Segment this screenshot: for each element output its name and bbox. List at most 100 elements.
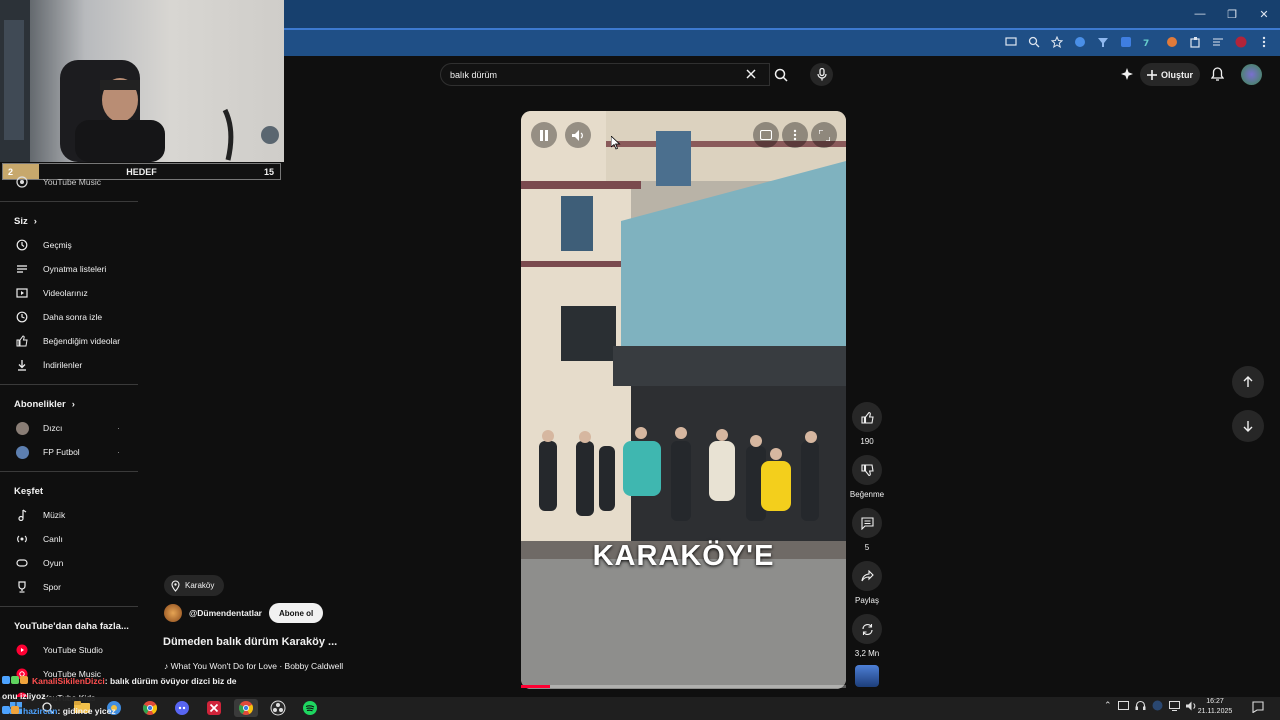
minimize-icon[interactable]: —	[1184, 0, 1216, 28]
zoom-icon[interactable]	[1025, 35, 1042, 49]
account-avatar[interactable]	[1241, 64, 1262, 85]
location-pin-icon	[171, 579, 180, 592]
next-short-button[interactable]	[1232, 410, 1264, 442]
streamer-silhouette	[0, 0, 279, 162]
sidebar-item-your-videos[interactable]: Videolarınız	[0, 281, 138, 305]
system-tray: ⌃	[1104, 700, 1197, 711]
video-title[interactable]: Dümeden balık dürüm Karaköy ...	[163, 636, 337, 648]
channel-name[interactable]: @Dümendentatlar	[189, 608, 262, 618]
channel-row: @Dümendentatlar Abone ol	[164, 603, 324, 623]
share-button[interactable]	[852, 561, 882, 591]
tray-steam-icon[interactable]	[1152, 700, 1163, 711]
extension-translate-icon[interactable]	[1117, 35, 1134, 49]
your-videos-icon	[15, 286, 29, 300]
section-subscriptions-heading[interactable]: Abonelikler ›	[0, 392, 138, 416]
create-button[interactable]: Oluştur	[1140, 63, 1200, 86]
pause-button[interactable]	[531, 122, 557, 148]
chevron-right-icon: ›	[33, 215, 37, 227]
tray-network-icon[interactable]	[1168, 700, 1180, 711]
sidebar-item-youtube-studio[interactable]: YouTube Studio	[0, 638, 138, 662]
sidebar-item-label: Oynatma listeleri	[43, 264, 107, 274]
section-you-heading[interactable]: Siz ›	[0, 209, 138, 233]
sidebar-item-label: Dızcı	[43, 423, 63, 433]
arrow-up-icon	[1242, 376, 1254, 388]
volume-button[interactable]	[565, 122, 591, 148]
like-button[interactable]	[852, 402, 882, 432]
music-track[interactable]: ♪ What You Won't Do for Love · Bobby Cal…	[164, 661, 343, 671]
bookmark-star-icon[interactable]	[1048, 35, 1065, 49]
comments-button[interactable]	[852, 508, 882, 538]
microphone-icon	[816, 68, 827, 81]
chat-badge-icon	[11, 676, 19, 684]
search-input[interactable]: balık dürüm	[440, 63, 770, 86]
tray-chevron-up-icon[interactable]: ⌃	[1104, 700, 1112, 711]
extension-toolbar: 7	[1002, 35, 1272, 49]
shorts-video-player[interactable]	[521, 111, 846, 689]
new-content-dot: ·	[117, 423, 120, 433]
install-app-icon[interactable]	[1002, 35, 1019, 49]
search-button[interactable]	[768, 63, 794, 86]
new-content-dot: ·	[117, 447, 120, 457]
remix-button[interactable]	[852, 614, 882, 644]
chat-username[interactable]: hazircan	[23, 706, 58, 716]
obs-icon[interactable]	[266, 699, 290, 717]
more-options-button[interactable]	[782, 122, 808, 148]
sidebar-item-subscription-dizci[interactable]: Dızcı ·	[0, 416, 138, 440]
media-control-icon[interactable]	[1209, 35, 1226, 49]
channel-avatar[interactable]	[164, 604, 182, 622]
sound-thumbnail[interactable]	[855, 665, 879, 687]
profile-avatar-icon[interactable]	[1232, 35, 1249, 49]
close-window-icon[interactable]: ✕	[1248, 0, 1280, 28]
captions-button[interactable]	[753, 122, 779, 148]
location-chip[interactable]: Karaköy	[164, 575, 225, 596]
mouse-cursor	[611, 136, 621, 150]
divider	[0, 471, 138, 472]
sidebar-item-label: YouTube Music	[43, 177, 101, 187]
sidebar-item-liked-videos[interactable]: Beğendiğim videolar	[0, 329, 138, 353]
sidebar-item-sports[interactable]: Spor	[0, 575, 138, 599]
chat-badge-icon	[2, 676, 10, 684]
extension-7tv-icon[interactable]: 7	[1140, 35, 1157, 49]
extension-blue-icon[interactable]	[1071, 35, 1088, 49]
dislike-button[interactable]	[852, 455, 882, 485]
extension-filter-icon[interactable]	[1094, 35, 1111, 49]
notifications-bell-icon[interactable]	[1211, 67, 1224, 81]
restore-icon[interactable]: ❐	[1216, 0, 1248, 28]
sidebar-item-watch-later[interactable]: Daha sonra izle	[0, 305, 138, 329]
section-label: Keşfet	[14, 485, 44, 497]
tray-headset-icon[interactable]	[1135, 700, 1146, 711]
tray-capture-icon[interactable]	[1117, 700, 1129, 711]
sidebar-item-history[interactable]: Geçmiş	[0, 233, 138, 257]
browser-menu-icon[interactable]	[1255, 35, 1272, 49]
sidebar-item-playlists[interactable]: Oynatma listeleri	[0, 257, 138, 281]
section-explore-heading: Keşfet	[0, 479, 138, 503]
live-icon	[15, 532, 29, 546]
window-controls: — ❐ ✕	[1184, 0, 1280, 28]
previous-short-button[interactable]	[1232, 366, 1264, 398]
captions-icon	[760, 130, 772, 140]
notification-center-icon[interactable]	[1252, 701, 1264, 713]
fullscreen-button[interactable]	[811, 122, 837, 148]
spotify-icon[interactable]	[298, 699, 322, 717]
extension-orange-icon[interactable]	[1163, 35, 1180, 49]
taskbar-clock[interactable]: 16:27 21.11.2025	[1196, 697, 1234, 717]
video-progress-track[interactable]	[521, 685, 846, 688]
chat-username[interactable]: KanaliSikilenDizci	[32, 676, 105, 686]
sidebar-item-youtube-music-top[interactable]: YouTube Music	[0, 170, 138, 194]
chrome-active-icon[interactable]	[234, 699, 258, 717]
sidebar-item-music[interactable]: Müzik	[0, 503, 138, 527]
extensions-puzzle-icon[interactable]	[1186, 35, 1203, 49]
discord-icon[interactable]	[170, 699, 194, 717]
sidebar-item-downloads[interactable]: İndirilenler	[0, 353, 138, 377]
chrome-icon[interactable]	[138, 699, 162, 717]
ai-spark-icon[interactable]	[1120, 67, 1134, 81]
sidebar-item-gaming[interactable]: Oyun	[0, 551, 138, 575]
sidebar-item-live[interactable]: Canlı	[0, 527, 138, 551]
subscribe-button[interactable]: Abone ol	[269, 603, 324, 623]
voice-search-button[interactable]	[810, 63, 833, 86]
webcam-overlay	[0, 0, 284, 162]
tray-volume-icon[interactable]	[1185, 701, 1197, 711]
clear-search-icon[interactable]	[742, 66, 760, 82]
red-x-app-icon[interactable]	[202, 699, 226, 717]
sidebar-item-subscription-fp-futbol[interactable]: FP Futbol ·	[0, 440, 138, 464]
